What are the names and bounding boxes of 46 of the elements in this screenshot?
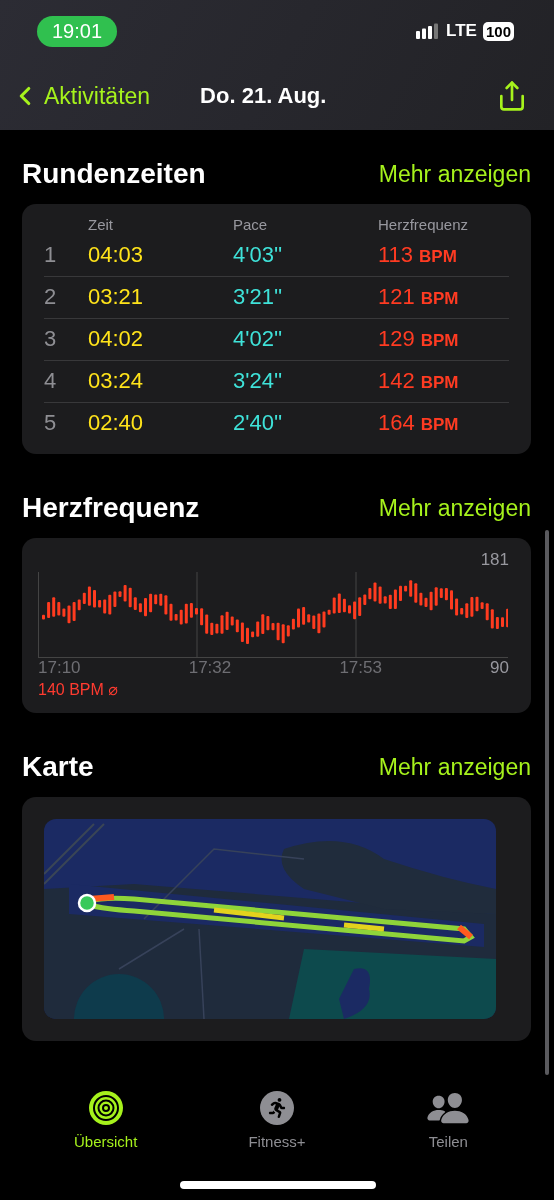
page-title: Do. 21. Aug. [200, 83, 328, 109]
lap-number: 3 [44, 319, 88, 361]
section-title: Herzfrequenz [22, 492, 200, 524]
tab-bar-item[interactable]: Teilen [378, 1090, 519, 1151]
section-title: Rundenzeiten [22, 158, 206, 190]
battery-indicator: 100 [482, 21, 514, 41]
lap-pace: 3'21'' [233, 277, 378, 319]
status-time: 19:01 [37, 15, 118, 47]
more-link[interactable]: Mehr anzeigen [378, 494, 531, 522]
lap-heart-rate: 142 BPM [378, 361, 509, 403]
more-link[interactable]: Mehr anzeigen [378, 753, 531, 781]
average-heart-rate: 140 BPM ⌀ [38, 680, 119, 699]
lap-number: 2 [44, 277, 88, 319]
lap-heart-rate: 164 BPM [378, 409, 460, 437]
lap-pace: 4'03'' [233, 235, 378, 277]
lap-time: 04:03 [88, 235, 233, 277]
lap-pace: 4'02'' [233, 319, 378, 361]
network-label: LTE [446, 21, 477, 41]
lap-time: 04:02 [88, 319, 233, 361]
column-header: Zeit [88, 216, 114, 235]
column-header: Pace [233, 216, 269, 235]
lap-number: 4 [44, 361, 88, 403]
lap-heart-rate: 121 BPM [378, 277, 509, 319]
lap-pace: 3'24'' [233, 361, 378, 403]
axis-max-label: 181 [480, 550, 509, 570]
lap-time: 02:40 [88, 409, 145, 437]
lap-number: 5 [44, 409, 58, 437]
time-label: 17:53 [339, 658, 383, 678]
time-label: 17:32 [188, 658, 233, 678]
lap-time: 03:21 [88, 277, 233, 319]
runner-icon [260, 1091, 294, 1125]
tab-bar-item[interactable]: Fitness+ [207, 1090, 347, 1151]
more-link[interactable]: Mehr anzeigen [378, 160, 531, 188]
lap-number: 1 [44, 235, 88, 277]
axis-min-label: 90 [490, 658, 509, 678]
lap-heart-rate: 113 BPM [378, 235, 509, 277]
activity-rings-icon [88, 1091, 123, 1125]
tab-bar-item[interactable]: Übersicht [35, 1090, 176, 1151]
lap-time: 03:24 [88, 361, 233, 403]
signal-icon [416, 23, 441, 39]
lap-pace: 2'40'' [233, 409, 284, 437]
back-button[interactable]: Aktivitäten [10, 81, 151, 111]
time-label: 17:10 [38, 658, 82, 678]
column-header: Herzfrequenz [378, 216, 470, 235]
section-title: Karte [22, 751, 94, 783]
lap-heart-rate: 129 BPM [378, 319, 509, 361]
